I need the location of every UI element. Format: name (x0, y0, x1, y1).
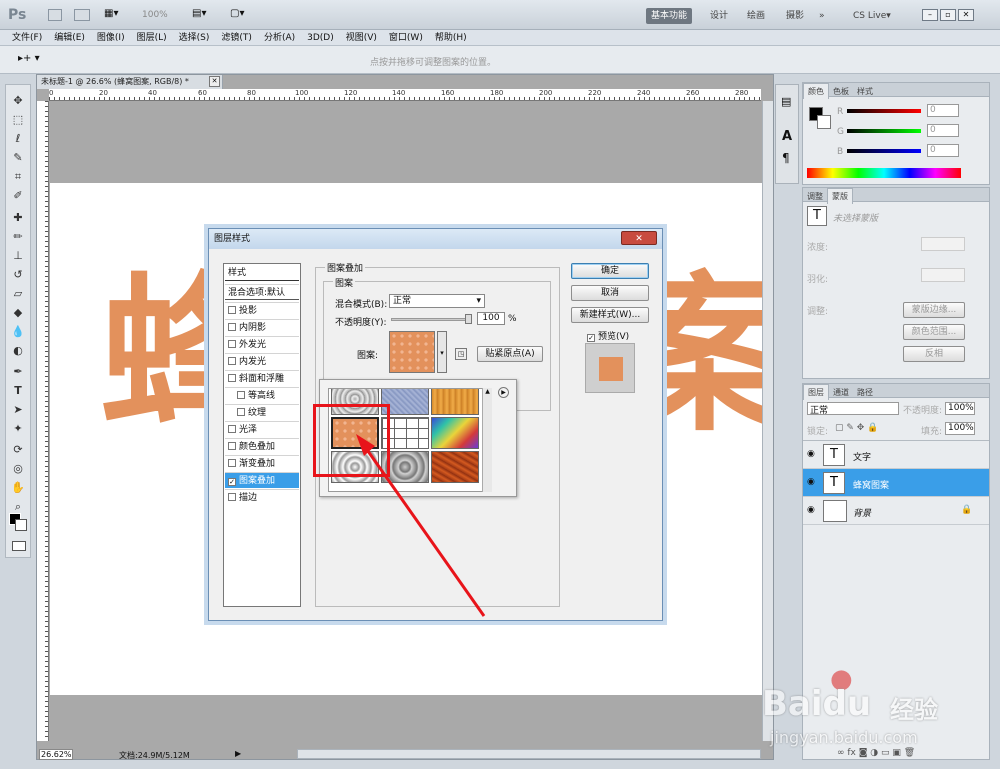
annotation-arrow (356, 434, 486, 617)
watermark-brand: Baidu (762, 684, 872, 724)
watermark-url: jingyan.baidu.com (770, 728, 918, 747)
baidu-watermark: ● Baidu 经验 jingyan.baidu.com (762, 664, 992, 760)
watermark-sub: 经验 (890, 696, 938, 724)
